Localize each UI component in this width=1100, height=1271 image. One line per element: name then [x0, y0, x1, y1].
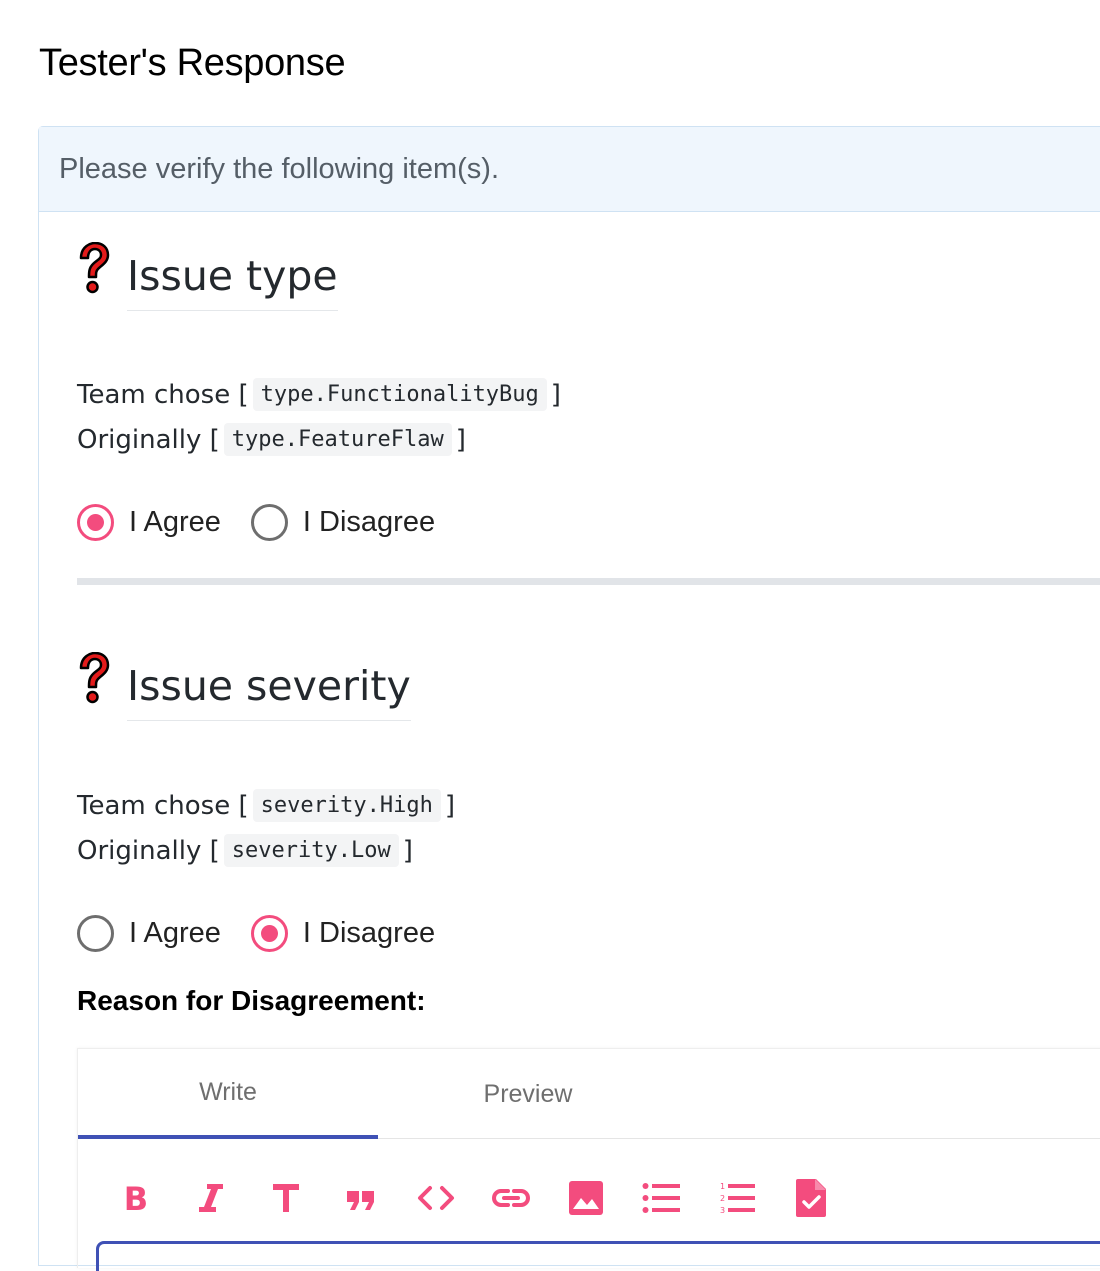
- agree-radio[interactable]: I Agree: [77, 504, 221, 541]
- tab-preview[interactable]: Preview: [378, 1049, 678, 1139]
- question-mark-icon: [79, 652, 110, 704]
- editor-toolbar: B 1 2 3: [98, 1173, 848, 1223]
- card-header: Please verify the following item(s).: [39, 127, 1100, 212]
- editor-tabs: Write Preview: [78, 1049, 1100, 1139]
- agree-radio-circle[interactable]: [77, 504, 114, 541]
- svg-text:B: B: [123, 1181, 147, 1215]
- team-chose-value: severity.High: [252, 789, 441, 822]
- disagree-radio-label: I Disagree: [302, 506, 436, 538]
- disagree-radio-circle[interactable]: [250, 504, 288, 541]
- originally-label: Originally: [77, 835, 202, 866]
- svg-text:2: 2: [720, 1194, 725, 1203]
- task-list-icon[interactable]: [773, 1173, 848, 1223]
- originally-value: type.FeatureFlaw: [223, 423, 452, 456]
- team-chose-line: Team chose [type.FunctionalityBug]: [77, 378, 561, 411]
- agree-radio-label: I Agree: [129, 917, 221, 949]
- originally-value: severity.Low: [223, 834, 399, 867]
- disagree-radio[interactable]: I Disagree: [250, 915, 436, 952]
- section-divider: [77, 578, 1100, 585]
- disagree-radio-label: I Disagree: [302, 917, 436, 949]
- bulleted-list-icon[interactable]: [623, 1173, 698, 1223]
- originally-line: Originally [type.FeatureFlaw]: [77, 423, 466, 456]
- team-chose-value: type.FunctionalityBug: [252, 378, 547, 411]
- heading-icon[interactable]: [248, 1173, 323, 1223]
- code-icon[interactable]: [398, 1173, 473, 1223]
- team-chose-line: Team chose [severity.High]: [77, 789, 455, 822]
- issue-type-heading: Issue type: [127, 252, 338, 311]
- issue-severity-heading: Issue severity: [127, 662, 411, 721]
- italic-icon[interactable]: [173, 1173, 248, 1223]
- question-mark-icon: [79, 242, 110, 294]
- svg-text:3: 3: [720, 1206, 725, 1215]
- agree-radio-label: I Agree: [129, 506, 221, 538]
- bold-icon[interactable]: B: [98, 1173, 173, 1223]
- disagree-radio[interactable]: I Disagree: [250, 504, 436, 541]
- originally-line: Originally [severity.Low]: [77, 834, 413, 867]
- agree-radio[interactable]: I Agree: [77, 915, 221, 952]
- issue-type-radio-group: I Agree I Disagree: [77, 504, 465, 541]
- disagree-radio-circle[interactable]: [250, 915, 288, 952]
- team-chose-label: Team chose: [77, 790, 231, 821]
- team-chose-label: Team chose: [77, 379, 231, 410]
- quote-icon[interactable]: [323, 1173, 398, 1223]
- agree-radio-circle[interactable]: [77, 915, 114, 952]
- image-icon[interactable]: [548, 1173, 623, 1223]
- numbered-list-icon[interactable]: 1 2 3: [698, 1173, 773, 1223]
- tab-write[interactable]: Write: [78, 1049, 378, 1139]
- issue-severity-radio-group: I Agree I Disagree: [77, 915, 465, 952]
- reason-textarea[interactable]: [96, 1241, 1100, 1271]
- originally-label: Originally: [77, 424, 202, 455]
- link-icon[interactable]: [473, 1173, 548, 1223]
- markdown-editor: Write Preview B 1 2 3: [77, 1048, 1100, 1271]
- reason-for-disagreement-label: Reason for Disagreement:: [77, 985, 426, 1016]
- svg-text:1: 1: [720, 1182, 725, 1191]
- page-title: Tester's Response: [39, 42, 346, 84]
